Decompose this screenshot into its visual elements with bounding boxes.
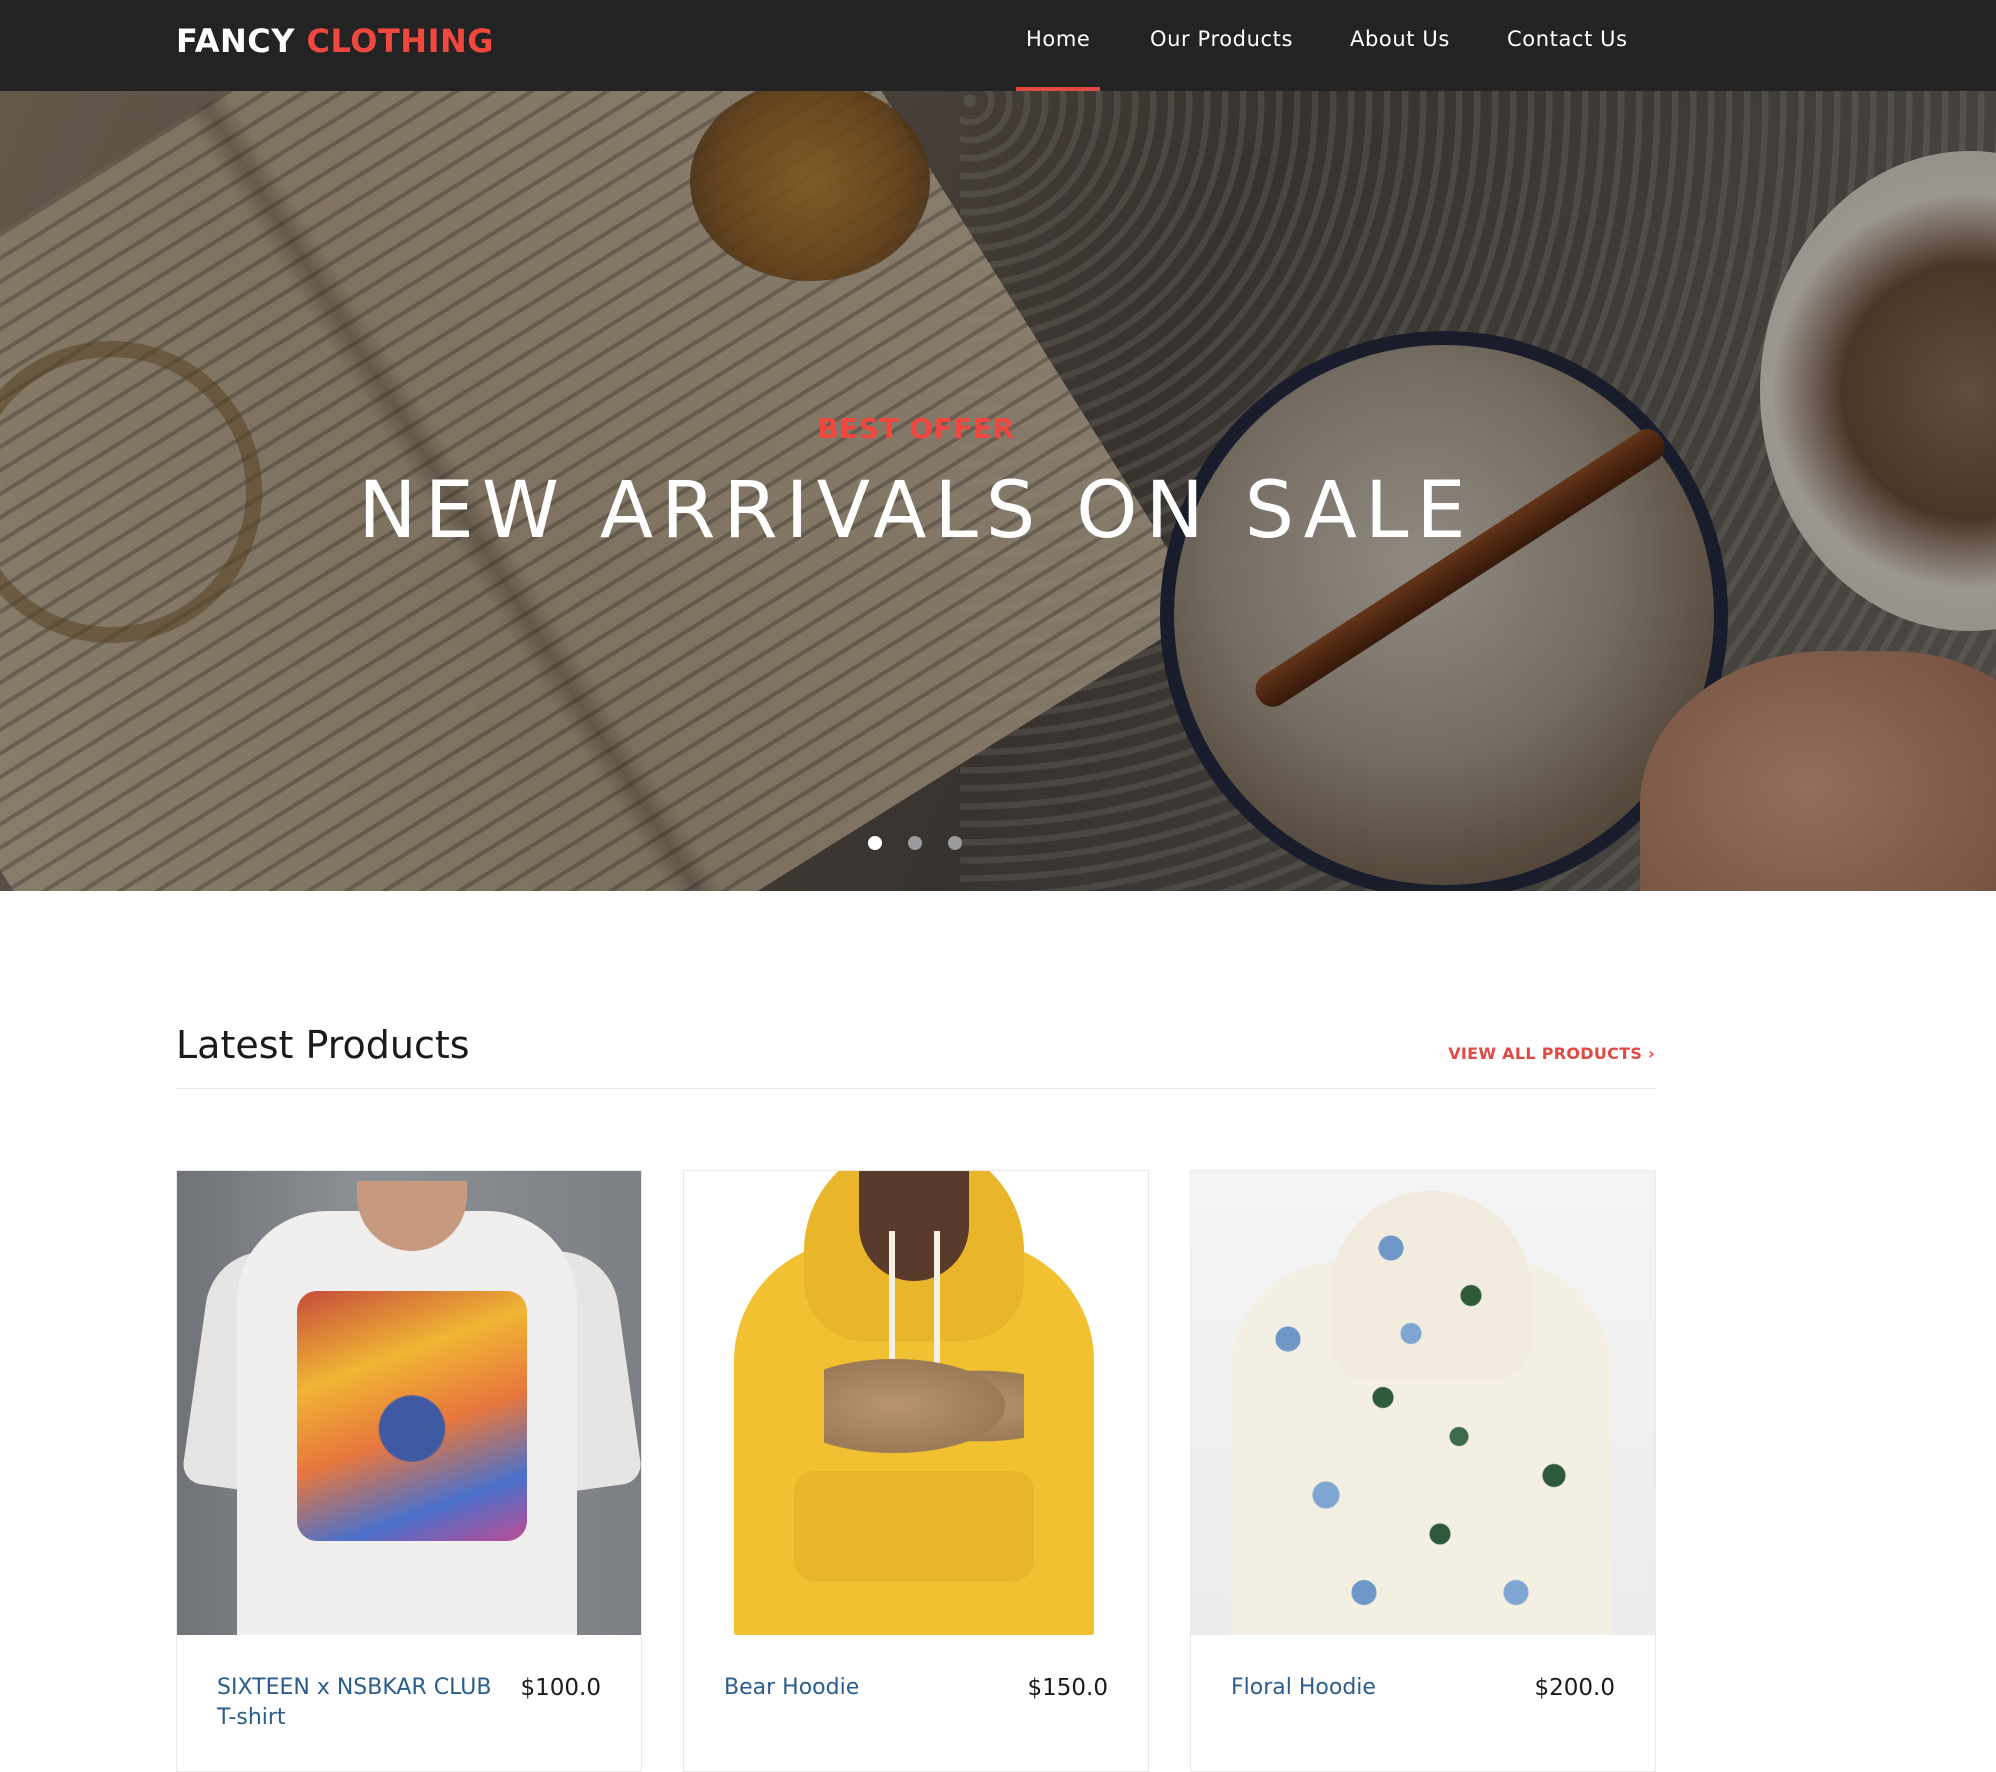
nav-contact-us[interactable]: Contact Us [1507, 24, 1628, 54]
section-title: Latest Products [176, 1023, 470, 1067]
product-price: $100.0 [520, 1675, 601, 1701]
carousel-indicators [868, 836, 968, 852]
tee-graphic-print [297, 1291, 527, 1541]
product-card[interactable]: Bear Hoodie $150.0 [683, 1170, 1149, 1772]
product-name[interactable]: SIXTEEN x NSBKAR CLUB T-shirt [217, 1673, 507, 1733]
brand-logo[interactable]: FANCY CLOTHING [176, 18, 494, 64]
section-divider [176, 1088, 1656, 1089]
product-name[interactable]: Bear Hoodie [724, 1673, 1014, 1703]
product-card[interactable]: Floral Hoodie $200.0 [1190, 1170, 1656, 1772]
product-price: $150.0 [1027, 1675, 1108, 1701]
view-all-products-link[interactable]: VIEW ALL PRODUCTS › [1448, 1044, 1655, 1063]
hero-heading: NEW ARRIVALS ON SALE [358, 466, 1474, 556]
carousel-dot-2[interactable] [908, 836, 922, 850]
brand-second-word: CLOTHING [306, 22, 495, 60]
product-image-graphic-tshirt[interactable] [177, 1171, 641, 1635]
product-name[interactable]: Floral Hoodie [1231, 1673, 1521, 1703]
product-card[interactable]: SIXTEEN x NSBKAR CLUB T-shirt $100.0 [176, 1170, 642, 1772]
navbar: FANCY CLOTHING Home Our Products About U… [0, 0, 1996, 91]
product-image-floral-hoodie[interactable] [1191, 1171, 1655, 1635]
nav-our-products[interactable]: Our Products [1150, 24, 1293, 54]
brand-first-word: FANCY [176, 22, 295, 60]
chevron-right-icon: › [1648, 1044, 1655, 1063]
product-image-bear-hoodie[interactable] [684, 1171, 1148, 1635]
product-price: $200.0 [1534, 1675, 1615, 1701]
hero-kicker: BEST OFFER [817, 412, 1015, 445]
view-all-label: VIEW ALL PRODUCTS [1448, 1044, 1643, 1063]
carousel-dot-3[interactable] [948, 836, 962, 850]
hero-banner: BEST OFFER NEW ARRIVALS ON SALE [0, 91, 1996, 891]
bear-graphic [824, 1351, 1024, 1461]
nav-about-us[interactable]: About Us [1350, 24, 1450, 54]
carousel-dot-1[interactable] [868, 836, 882, 850]
nav-home[interactable]: Home [1026, 24, 1090, 54]
